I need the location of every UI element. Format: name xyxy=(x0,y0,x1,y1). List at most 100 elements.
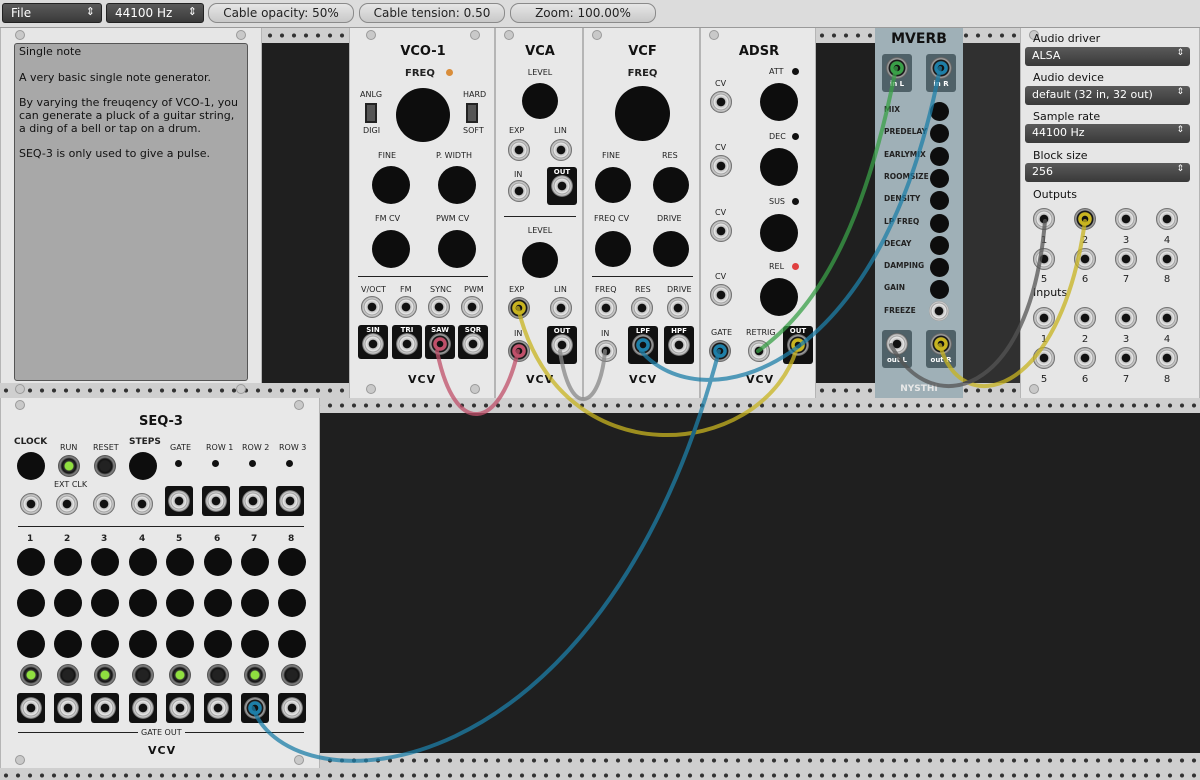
sample-rate-select[interactable]: 44100 Hz ⇕ xyxy=(106,3,204,23)
audio-output-jack-5[interactable] xyxy=(1033,248,1055,270)
in-l-input[interactable]: in L xyxy=(882,54,912,92)
audio-device-select[interactable]: default (32 in, 32 out) ⇕ xyxy=(1025,86,1190,105)
decay-knob[interactable] xyxy=(760,148,798,186)
step-knob[interactable] xyxy=(91,589,119,617)
sustain-cv-jack[interactable] xyxy=(710,220,732,242)
audio-output-jack-3[interactable] xyxy=(1115,208,1137,230)
retrig-input-jack[interactable] xyxy=(748,340,770,362)
gate-output-jack[interactable] xyxy=(244,697,266,719)
pwm-cv-knob[interactable] xyxy=(438,230,476,268)
gate-toggle-button[interactable] xyxy=(57,664,79,686)
lin-input-jack[interactable] xyxy=(550,297,572,319)
clock-input-jack[interactable] xyxy=(20,493,42,515)
drive-input-jack[interactable] xyxy=(667,297,689,319)
step-knob[interactable] xyxy=(129,548,157,576)
attack-knob[interactable] xyxy=(760,83,798,121)
audio-output-jack-7[interactable] xyxy=(1115,248,1137,270)
mverb-param-knob[interactable] xyxy=(930,280,949,300)
step-knob[interactable] xyxy=(204,630,232,658)
steps-knob[interactable] xyxy=(129,452,157,480)
gate-output[interactable] xyxy=(165,486,193,516)
out-jack[interactable] xyxy=(551,175,573,197)
step-knob[interactable] xyxy=(166,548,194,576)
in-r-jack[interactable] xyxy=(930,57,952,79)
audio-input-jack-5[interactable] xyxy=(1033,347,1055,369)
gate-toggle-button[interactable] xyxy=(169,664,191,686)
gate-output-jack[interactable] xyxy=(169,697,191,719)
file-menu[interactable]: File ⇕ xyxy=(2,3,102,23)
res-knob[interactable] xyxy=(653,167,689,203)
release-knob[interactable] xyxy=(760,278,798,316)
output-jack[interactable] xyxy=(205,490,227,512)
gate-output[interactable] xyxy=(278,693,306,723)
saw-output-jack[interactable] xyxy=(429,333,451,355)
block-size-select[interactable]: 256 ⇕ xyxy=(1025,163,1190,182)
gate-output[interactable] xyxy=(241,693,269,723)
clock-knob[interactable] xyxy=(17,452,45,480)
fine-knob[interactable] xyxy=(372,166,410,204)
mverb-param-knob[interactable] xyxy=(930,102,949,121)
hard-soft-switch[interactable] xyxy=(466,103,478,123)
out-r-jack[interactable] xyxy=(930,333,952,355)
step-knob[interactable] xyxy=(241,589,269,617)
drive-knob[interactable] xyxy=(653,231,689,267)
step-knob[interactable] xyxy=(204,589,232,617)
sin-output-jack[interactable] xyxy=(362,333,384,355)
pulse-width-knob[interactable] xyxy=(438,166,476,204)
gate-toggle-button[interactable] xyxy=(244,664,266,686)
fm-cv-knob[interactable] xyxy=(372,230,410,268)
mverb-param-knob[interactable] xyxy=(930,124,949,144)
cable-tension-slider[interactable]: Cable tension: 0.50 xyxy=(359,3,505,23)
step-knob[interactable] xyxy=(278,589,306,617)
run-button[interactable] xyxy=(58,455,80,477)
out-output[interactable]: OUT xyxy=(547,326,577,364)
step-knob[interactable] xyxy=(17,548,45,576)
audio-input-jack-7[interactable] xyxy=(1115,347,1137,369)
gate-toggle-button[interactable] xyxy=(281,664,303,686)
gate-output-jack[interactable] xyxy=(207,697,229,719)
in-jack[interactable] xyxy=(508,340,530,362)
audio-output-jack-1[interactable] xyxy=(1033,208,1055,230)
fm-input-jack[interactable] xyxy=(395,296,417,318)
gate-output-jack[interactable] xyxy=(281,697,303,719)
row2-output[interactable] xyxy=(239,486,267,516)
lpf-jack[interactable] xyxy=(632,334,654,356)
gate-output[interactable] xyxy=(17,693,45,723)
analog-digital-switch[interactable] xyxy=(365,103,377,123)
mverb-param-knob[interactable] xyxy=(930,235,949,255)
mverb-param-knob[interactable] xyxy=(930,258,949,278)
sqr-output-jack[interactable] xyxy=(462,333,484,355)
tri-output[interactable]: TRI xyxy=(392,325,422,359)
tri-output-jack[interactable] xyxy=(396,333,418,355)
freq-cv-knob[interactable] xyxy=(595,231,631,267)
freq-knob[interactable] xyxy=(396,88,450,142)
in-jack[interactable] xyxy=(595,340,617,362)
gate-output-jack[interactable] xyxy=(57,697,79,719)
reset-input-jack[interactable] xyxy=(93,493,115,515)
out-jack[interactable] xyxy=(551,334,573,356)
step-knob[interactable] xyxy=(91,548,119,576)
out-l-output[interactable]: out L xyxy=(882,330,912,368)
step-knob[interactable] xyxy=(166,589,194,617)
step-knob[interactable] xyxy=(91,630,119,658)
steps-input-jack[interactable] xyxy=(131,493,153,515)
level-knob[interactable] xyxy=(522,83,558,119)
step-knob[interactable] xyxy=(278,548,306,576)
zoom-slider[interactable]: Zoom: 100.00% xyxy=(510,3,656,23)
saw-output[interactable]: SAW xyxy=(425,325,455,359)
mverb-param-knob[interactable] xyxy=(930,146,949,166)
sqr-output[interactable]: SQR xyxy=(458,325,488,359)
sin-output[interactable]: SIN xyxy=(358,325,388,359)
audio-input-jack-1[interactable] xyxy=(1033,307,1055,329)
step-knob[interactable] xyxy=(54,630,82,658)
exp-input-jack[interactable] xyxy=(508,139,530,161)
release-cv-jack[interactable] xyxy=(710,284,732,306)
output-jack[interactable] xyxy=(279,490,301,512)
step-knob[interactable] xyxy=(129,630,157,658)
audio-output-jack-4[interactable] xyxy=(1156,208,1178,230)
mverb-param-knob[interactable] xyxy=(930,213,949,233)
cable-opacity-slider[interactable]: Cable opacity: 50% xyxy=(208,3,354,23)
gate-toggle-button[interactable] xyxy=(132,664,154,686)
out-l-jack[interactable] xyxy=(886,333,908,355)
audio-output-jack-2[interactable] xyxy=(1074,208,1096,230)
